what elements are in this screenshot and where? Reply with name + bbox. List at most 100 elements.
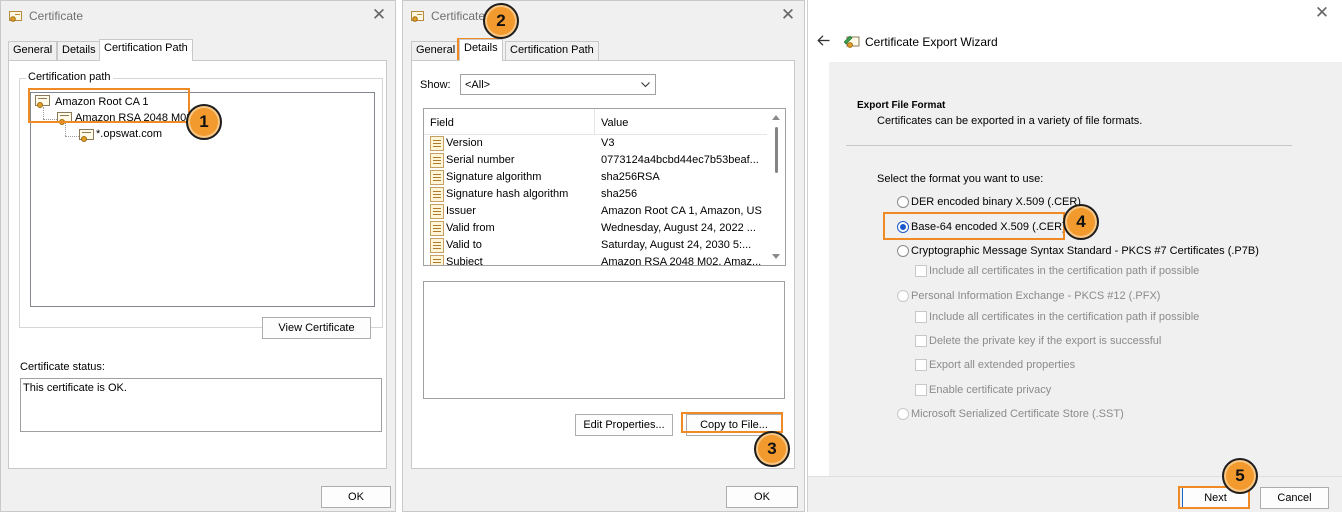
- field-icon: [430, 221, 444, 236]
- field-value: sha256RSA: [601, 171, 660, 183]
- delete-private-key-label: Delete the private key if the export is …: [929, 335, 1162, 347]
- field-name: Signature algorithm: [446, 171, 542, 183]
- checkbox-pkcs7-include-all[interactable]: [915, 265, 927, 277]
- field-icon: [430, 187, 444, 202]
- checkbox-certificate-privacy[interactable]: [915, 384, 927, 396]
- show-label: Show:: [420, 79, 451, 91]
- certificate-icon: [9, 11, 22, 22]
- certificate-icon: [411, 11, 424, 22]
- table-row[interactable]: Version V3: [424, 135, 767, 152]
- field-icon: [430, 153, 444, 168]
- step-badge-1: 1: [186, 104, 222, 140]
- field-name: Subject: [446, 256, 483, 266]
- window-title: Certificate: [29, 9, 84, 23]
- format-prompt: Select the format you want to use:: [877, 173, 1044, 185]
- tab-general[interactable]: General: [411, 41, 461, 60]
- show-dropdown-value: <All>: [465, 79, 491, 91]
- field-name: Serial number: [446, 154, 515, 166]
- checkbox-pfx-include-all[interactable]: [915, 311, 927, 323]
- dropdown-chevron-icon: [641, 82, 650, 88]
- certificate-window-details: Certificate ✕ General Details Certificat…: [402, 0, 805, 512]
- tab-details[interactable]: Details: [459, 39, 503, 61]
- vertical-scrollbar[interactable]: [767, 109, 785, 265]
- cancel-button[interactable]: Cancel: [1260, 487, 1329, 509]
- table-row[interactable]: Signature hash algorithm sha256: [424, 186, 767, 203]
- certificate-window-path: Certificate ✕ General Details Certificat…: [0, 0, 396, 512]
- status-textbox[interactable]: This certificate is OK.: [20, 378, 382, 432]
- status-text: This certificate is OK.: [23, 382, 127, 394]
- field-name: Valid from: [446, 222, 495, 234]
- field-value: V3: [601, 137, 615, 149]
- field-value-detail-box[interactable]: [423, 281, 785, 399]
- edit-properties-button[interactable]: Edit Properties...: [575, 414, 673, 436]
- scroll-up-icon[interactable]: [772, 115, 780, 120]
- step-badge-2: 2: [483, 3, 519, 39]
- view-certificate-button[interactable]: View Certificate: [262, 317, 371, 339]
- table-row[interactable]: Valid from Wednesday, August 24, 2022 ...: [424, 220, 767, 237]
- wizard-title: Certificate Export Wizard: [865, 35, 998, 49]
- field-value: sha256: [601, 188, 638, 200]
- field-name: Valid to: [446, 239, 482, 251]
- close-icon[interactable]: ✕: [1312, 3, 1332, 23]
- field-icon: [430, 204, 444, 219]
- field-icon: [430, 255, 444, 265]
- title-bar: Certificate ✕: [403, 1, 804, 33]
- pkcs7-include-all-label: Include all certificates in the certific…: [929, 265, 1200, 277]
- field-value: Amazon RSA 2048 M02, Amaz...: [601, 256, 762, 266]
- pfx-include-all-label: Include all certificates in the certific…: [929, 311, 1200, 323]
- back-arrow-icon[interactable]: [817, 35, 830, 46]
- tree-connector: [65, 136, 79, 137]
- radio-sst[interactable]: [897, 408, 909, 420]
- field-name: Signature hash algorithm: [446, 188, 569, 200]
- step-badge-5: 5: [1222, 458, 1258, 494]
- table-row[interactable]: Subject Amazon RSA 2048 M02, Amaz...: [424, 254, 767, 266]
- table-header: Field Value: [424, 109, 767, 135]
- field-value: Saturday, August 24, 2030 5:...: [601, 239, 752, 251]
- radio-pkcs7[interactable]: [897, 245, 909, 257]
- close-icon[interactable]: ✕: [778, 5, 798, 25]
- column-header-value[interactable]: Value: [601, 117, 628, 129]
- option-pkcs7-label[interactable]: Cryptographic Message Syntax Standard - …: [911, 245, 1259, 257]
- window-title: Certificate: [431, 9, 486, 23]
- field-value: Wednesday, August 24, 2022 ...: [601, 222, 756, 234]
- show-dropdown[interactable]: <All>: [460, 74, 656, 95]
- option-sst-label: Microsoft Serialized Certificate Store (…: [911, 408, 1124, 420]
- section-subtitle: Certificates can be exported in a variet…: [877, 115, 1143, 127]
- tab-general[interactable]: General: [8, 41, 58, 60]
- table-row[interactable]: Signature algorithm sha256RSA: [424, 169, 767, 186]
- step-badge-3: 3: [754, 431, 790, 467]
- tree-item-leaf[interactable]: *.opswat.com: [96, 128, 162, 140]
- close-icon[interactable]: ✕: [369, 5, 389, 25]
- divider: [846, 145, 1292, 146]
- step-badge-4: 4: [1063, 204, 1099, 240]
- option-der-label[interactable]: DER encoded binary X.509 (.CER): [911, 196, 1081, 208]
- table-row[interactable]: Serial number 0773124a4bcbd44ec7b53beaf..…: [424, 152, 767, 169]
- checkbox-export-extended-properties[interactable]: [915, 359, 927, 371]
- table-row[interactable]: Valid to Saturday, August 24, 2030 5:...: [424, 237, 767, 254]
- tab-certification-path[interactable]: Certification Path: [99, 39, 193, 61]
- wizard-icon: [844, 35, 860, 48]
- field-name: Version: [446, 137, 483, 149]
- checkbox-delete-private-key[interactable]: [915, 335, 927, 347]
- field-name: Issuer: [446, 205, 476, 217]
- tab-details[interactable]: Details: [57, 41, 101, 60]
- field-icon: [430, 170, 444, 185]
- wizard-content: Export File Format Certificates can be e…: [829, 62, 1342, 476]
- step1-highlight: [28, 88, 190, 123]
- ok-button[interactable]: OK: [321, 486, 391, 508]
- radio-der[interactable]: [897, 196, 909, 208]
- section-title: Export File Format: [857, 100, 946, 111]
- radio-pfx[interactable]: [897, 290, 909, 302]
- tab-certification-path[interactable]: Certification Path: [505, 41, 599, 60]
- title-bar: Certificate ✕: [1, 1, 395, 33]
- ok-button[interactable]: OK: [726, 486, 798, 508]
- column-header-field[interactable]: Field: [430, 117, 454, 129]
- scrollbar-thumb[interactable]: [775, 127, 778, 173]
- column-divider: [594, 109, 595, 135]
- step3-highlight: [681, 412, 783, 433]
- group-label: Certification path: [26, 71, 113, 83]
- scroll-down-icon[interactable]: [772, 254, 780, 259]
- table-row[interactable]: Issuer Amazon Root CA 1, Amazon, US: [424, 203, 767, 220]
- field-value: 0773124a4bcbd44ec7b53beaf...: [601, 154, 759, 166]
- details-table[interactable]: Field Value Version V3 Serial number 07731…: [423, 108, 786, 266]
